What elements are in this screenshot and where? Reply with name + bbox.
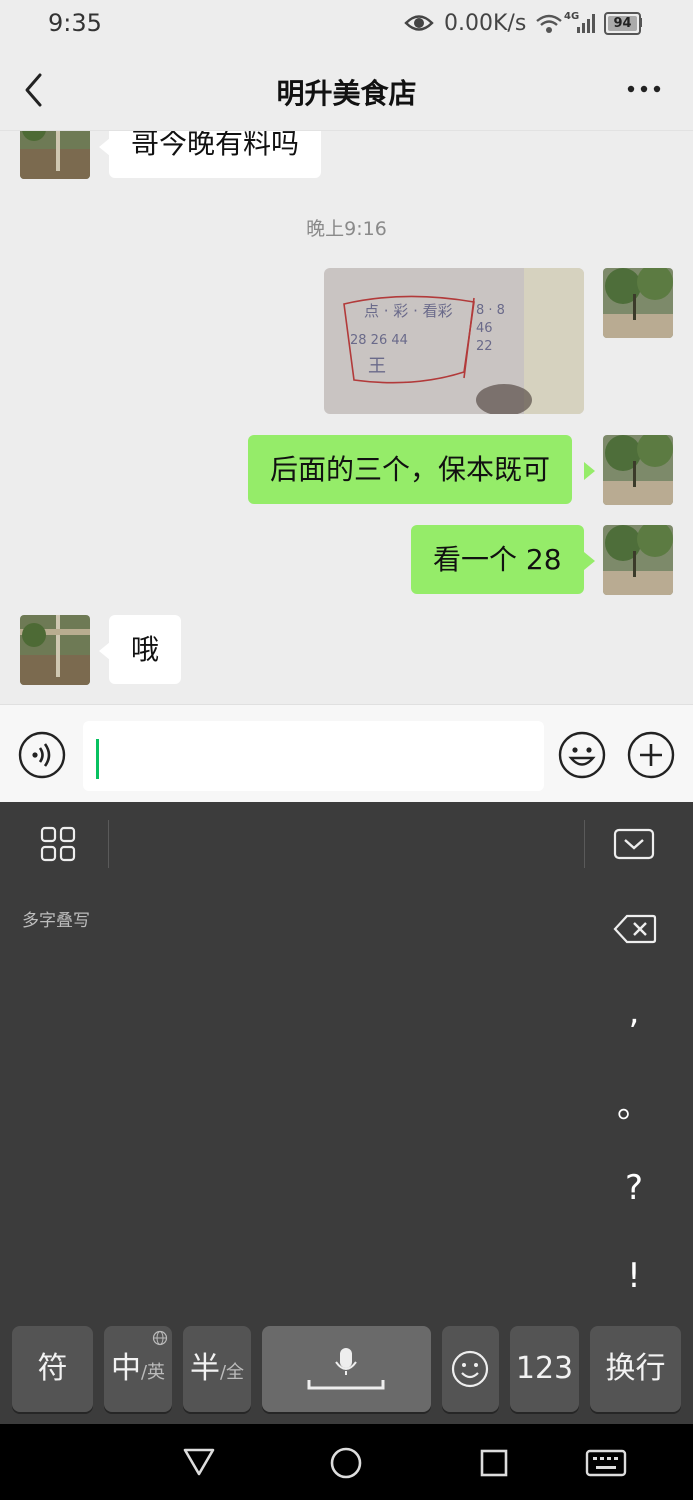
width-main-label: 半 bbox=[189, 1351, 220, 1386]
toolbar-divider bbox=[584, 820, 585, 868]
eye-icon bbox=[404, 15, 434, 31]
grid-menu-icon[interactable] bbox=[40, 826, 76, 862]
numbers-key[interactable]: 123 bbox=[510, 1326, 579, 1412]
width-switch-key[interactable]: 半/全 bbox=[183, 1326, 251, 1412]
emoji-icon bbox=[451, 1350, 489, 1388]
exclamation-key[interactable]: ! bbox=[604, 1256, 664, 1296]
message-timestamp: 晚上9:16 bbox=[306, 218, 387, 240]
chat-list[interactable]: 哥今晚有料吗 晚上9:16 点 · 彩 · 看彩 28 26 44 8 · 8 … bbox=[0, 131, 693, 704]
message-input[interactable] bbox=[83, 721, 544, 791]
lang-sub-label: /英 bbox=[140, 1362, 166, 1383]
recents-square-icon[interactable] bbox=[479, 1448, 509, 1478]
status-time: 9:35 bbox=[48, 9, 102, 37]
message-image[interactable]: 点 · 彩 · 看彩 28 26 44 8 · 8 46 22 王 bbox=[324, 268, 584, 414]
my-avatar[interactable] bbox=[603, 525, 673, 595]
status-bar: 9:35 0.00K/s 4G 94 bbox=[0, 0, 693, 50]
lang-switch-key[interactable]: 中/英 bbox=[104, 1326, 172, 1412]
keyboard-switch-icon[interactable] bbox=[585, 1448, 627, 1478]
signal-icon bbox=[577, 14, 595, 33]
svg-text:8 · 8: 8 · 8 bbox=[476, 303, 505, 318]
contact-avatar[interactable] bbox=[20, 131, 90, 179]
space-voice-key[interactable] bbox=[262, 1326, 431, 1412]
keyboard: 多字叠写 , 。 ? ! 符 中/英 半/全 123 换行 bbox=[0, 802, 693, 1424]
svg-text:点 · 彩 · 看彩: 点 · 彩 · 看彩 bbox=[364, 302, 453, 320]
comma-key[interactable]: , bbox=[604, 992, 664, 1032]
enter-key-label: 换行 bbox=[605, 1351, 666, 1386]
toolbar-divider bbox=[108, 820, 109, 868]
lang-main-label: 中 bbox=[110, 1351, 141, 1386]
globe-icon bbox=[152, 1330, 168, 1346]
width-sub-label: /全 bbox=[219, 1362, 245, 1383]
svg-text:46: 46 bbox=[476, 321, 493, 336]
input-bar bbox=[0, 704, 693, 803]
enter-key[interactable]: 换行 bbox=[590, 1326, 681, 1412]
backspace-icon[interactable] bbox=[613, 914, 657, 944]
svg-text:王: 王 bbox=[368, 356, 386, 377]
question-key[interactable]: ? bbox=[604, 1168, 664, 1208]
voice-icon[interactable] bbox=[18, 731, 66, 779]
plus-icon[interactable] bbox=[627, 731, 675, 779]
chat-title: 明升美食店 bbox=[276, 77, 417, 110]
battery-icon: 94 bbox=[604, 12, 641, 35]
bubble-tail bbox=[584, 552, 595, 570]
message-bubble-out[interactable]: 后面的三个，保本既可 bbox=[248, 435, 573, 504]
home-circle-icon[interactable] bbox=[329, 1446, 363, 1480]
message-bubble-in[interactable]: 哥今晚有料吗 bbox=[109, 131, 322, 178]
emoji-icon[interactable] bbox=[558, 731, 606, 779]
net-speed: 0.00K/s bbox=[444, 11, 527, 36]
more-dots-icon[interactable] bbox=[626, 84, 662, 94]
chat-header: 明升美食店 bbox=[0, 50, 693, 131]
message-bubble-in[interactable]: 哦 bbox=[109, 615, 182, 684]
contact-avatar[interactable] bbox=[20, 615, 90, 685]
svg-text:22: 22 bbox=[476, 339, 493, 354]
svg-text:28 26 44: 28 26 44 bbox=[350, 333, 408, 348]
system-nav-bar bbox=[0, 1424, 693, 1500]
hide-keyboard-icon[interactable] bbox=[613, 828, 655, 860]
emoji-key[interactable] bbox=[442, 1326, 499, 1412]
my-avatar[interactable] bbox=[603, 268, 673, 338]
period-key[interactable]: 。 bbox=[604, 1078, 664, 1127]
bubble-tail bbox=[584, 462, 595, 480]
wifi-icon bbox=[536, 14, 562, 33]
back-triangle-icon[interactable] bbox=[182, 1447, 216, 1477]
text-cursor bbox=[96, 739, 99, 779]
my-avatar[interactable] bbox=[603, 435, 673, 505]
symbols-key[interactable]: 符 bbox=[12, 1326, 93, 1412]
symbols-key-label: 符 bbox=[37, 1351, 68, 1386]
handwriting-hint: 多字叠写 bbox=[22, 911, 90, 931]
battery-level: 94 bbox=[613, 16, 632, 31]
numbers-key-label: 123 bbox=[515, 1351, 574, 1386]
message-bubble-out[interactable]: 看一个 28 bbox=[411, 525, 584, 594]
battery-tip bbox=[639, 18, 642, 27]
microphone-icon bbox=[307, 1348, 385, 1390]
